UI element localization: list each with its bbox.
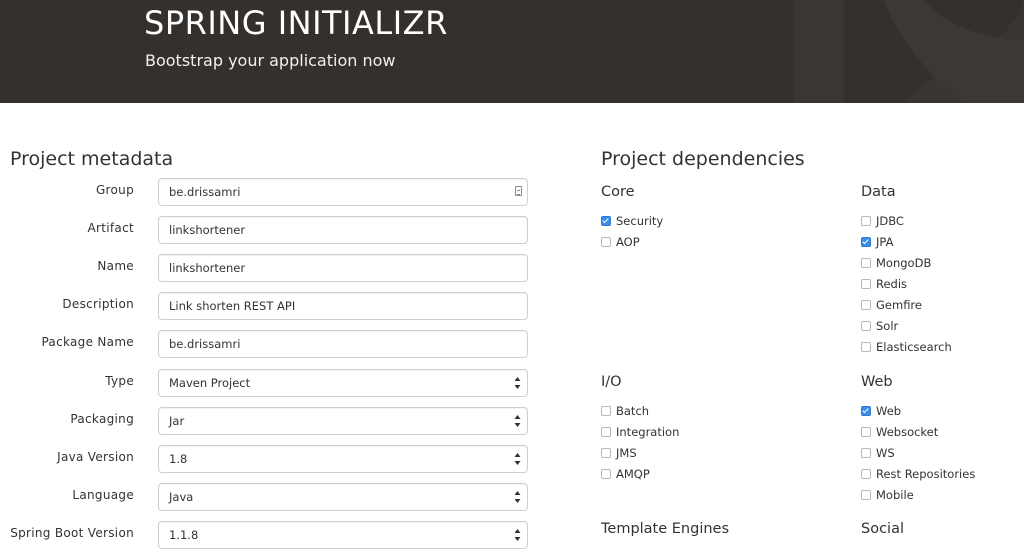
description-value: Link shorten REST API bbox=[169, 299, 296, 313]
dep-label: Web bbox=[876, 404, 902, 418]
java-version-select[interactable]: 1.8 bbox=[158, 445, 528, 473]
dep-label: JPA bbox=[876, 235, 894, 249]
checkbox[interactable] bbox=[861, 427, 871, 437]
form-row-name: Name linkshortener bbox=[0, 254, 540, 282]
packaging-value: Jar bbox=[169, 414, 185, 428]
app-subtitle: Bootstrap your application now bbox=[145, 51, 396, 70]
artifact-label: Artifact bbox=[87, 221, 134, 235]
spring-leaf-logo-icon bbox=[794, 0, 1024, 103]
checkbox[interactable] bbox=[861, 300, 871, 310]
package-name-input[interactable]: be.drissamri bbox=[158, 330, 528, 358]
type-value: Maven Project bbox=[169, 376, 251, 390]
dep-label: Elasticsearch bbox=[876, 340, 952, 354]
checkbox[interactable] bbox=[861, 321, 871, 331]
checkbox-checked[interactable] bbox=[861, 237, 871, 247]
checkbox[interactable] bbox=[861, 469, 871, 479]
dep-label: Rest Repositories bbox=[876, 467, 976, 481]
dep-label: JDBC bbox=[876, 214, 904, 228]
checkbox-checked[interactable] bbox=[861, 406, 871, 416]
checkbox[interactable] bbox=[601, 427, 611, 437]
language-label: Language bbox=[72, 488, 134, 502]
dep-label: WS bbox=[876, 446, 895, 460]
package-name-value: be.drissamri bbox=[169, 337, 241, 351]
checkbox[interactable] bbox=[861, 490, 871, 500]
language-value: Java bbox=[169, 490, 194, 504]
select-arrows-icon bbox=[514, 491, 521, 503]
dep-label: AOP bbox=[616, 235, 640, 249]
form-row-description: Description Link shorten REST API bbox=[0, 292, 540, 320]
checkbox[interactable] bbox=[601, 448, 611, 458]
dep-label: JMS bbox=[616, 446, 637, 460]
spring-boot-version-label: Spring Boot Version bbox=[10, 526, 134, 540]
artifact-value: linkshortener bbox=[169, 223, 246, 237]
group-value: be.drissamri bbox=[169, 185, 241, 199]
type-select[interactable]: Maven Project bbox=[158, 369, 528, 397]
group-label: Group bbox=[95, 183, 134, 197]
select-arrows-icon bbox=[514, 529, 521, 541]
checkbox[interactable] bbox=[861, 216, 871, 226]
description-label: Description bbox=[62, 297, 134, 311]
language-select[interactable]: Java bbox=[158, 483, 528, 511]
page-header: SPRING INITIALIZR Bootstrap your applica… bbox=[0, 0, 1024, 103]
metadata-section-title: Project metadata bbox=[10, 148, 174, 170]
dep-label: Solr bbox=[876, 319, 899, 333]
checkbox[interactable] bbox=[861, 342, 871, 352]
autofill-contact-icon[interactable] bbox=[515, 186, 522, 196]
group-input[interactable]: be.drissamri bbox=[158, 178, 528, 206]
dep-group-core-title: Core bbox=[601, 184, 635, 200]
form-row-java-version: Java Version 1.8 bbox=[0, 445, 540, 473]
spring-boot-version-value: 1.1.8 bbox=[169, 528, 199, 542]
dep-group-io-title: I/O bbox=[601, 374, 622, 390]
dep-label: Mobile bbox=[876, 488, 914, 502]
name-input[interactable]: linkshortener bbox=[158, 254, 528, 282]
dep-group-social-title: Social bbox=[861, 521, 904, 537]
select-arrows-icon bbox=[514, 453, 521, 465]
type-label: Type bbox=[105, 374, 134, 388]
dep-group-template-engines-title: Template Engines bbox=[601, 521, 730, 537]
checkbox-checked[interactable] bbox=[601, 216, 611, 226]
form-row-language: Language Java bbox=[0, 483, 540, 511]
form-row-artifact: Artifact linkshortener bbox=[0, 216, 540, 244]
checkbox[interactable] bbox=[861, 258, 871, 268]
dep-label: Security bbox=[616, 214, 664, 228]
form-row-spring-boot-version: Spring Boot Version 1.1.8 bbox=[0, 521, 540, 549]
description-input[interactable]: Link shorten REST API bbox=[158, 292, 528, 320]
form-row-package-name: Package Name be.drissamri bbox=[0, 330, 540, 358]
java-version-label: Java Version bbox=[57, 450, 134, 464]
spring-boot-version-select[interactable]: 1.1.8 bbox=[158, 521, 528, 549]
checkbox[interactable] bbox=[601, 469, 611, 479]
artifact-input[interactable]: linkshortener bbox=[158, 216, 528, 244]
checkbox[interactable] bbox=[601, 406, 611, 416]
dependencies-section-title: Project dependencies bbox=[601, 148, 805, 170]
packaging-label: Packaging bbox=[70, 412, 134, 426]
form-row-type: Type Maven Project bbox=[0, 369, 540, 397]
select-arrows-icon bbox=[514, 415, 521, 427]
packaging-select[interactable]: Jar bbox=[158, 407, 528, 435]
dep-label: Gemfire bbox=[876, 298, 922, 312]
dep-label: AMQP bbox=[616, 467, 650, 481]
dep-label: Redis bbox=[876, 277, 908, 291]
name-value: linkshortener bbox=[169, 261, 246, 275]
form-row-packaging: Packaging Jar bbox=[0, 407, 540, 435]
checkbox[interactable] bbox=[861, 448, 871, 458]
dep-label: Batch bbox=[616, 404, 650, 418]
dep-group-web-title: Web bbox=[861, 374, 893, 390]
select-arrows-icon bbox=[514, 377, 521, 389]
dep-label: MongoDB bbox=[876, 256, 932, 270]
dep-label: Integration bbox=[616, 425, 680, 439]
dep-group-data-title: Data bbox=[861, 184, 896, 200]
checkbox[interactable] bbox=[601, 237, 611, 247]
app-title: SPRING INITIALIZR bbox=[144, 4, 448, 42]
package-name-label: Package Name bbox=[41, 335, 134, 349]
checkbox[interactable] bbox=[861, 279, 871, 289]
form-row-group: Group be.drissamri bbox=[0, 178, 540, 206]
dep-label: Websocket bbox=[876, 425, 939, 439]
java-version-value: 1.8 bbox=[169, 452, 188, 466]
name-label: Name bbox=[97, 259, 134, 273]
